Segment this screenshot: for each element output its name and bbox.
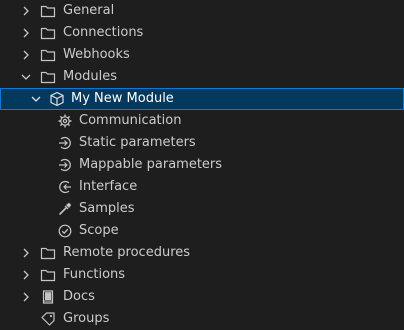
tree-item-label: Docs [63, 289, 95, 304]
tree-item-general[interactable]: General [0, 0, 404, 22]
tree-item-label: Functions [63, 267, 126, 282]
interface-icon [57, 179, 73, 195]
tree-item-label: Communication [79, 113, 182, 128]
tree-item-label: Scope [79, 223, 119, 238]
tree-item-label: Samples [79, 201, 135, 216]
tree-item-connections[interactable]: Connections [0, 22, 404, 44]
cube-icon [49, 91, 65, 107]
tree-item-functions[interactable]: Functions [0, 264, 404, 286]
tree-item-label: Modules [63, 69, 118, 84]
gear-icon [57, 113, 73, 129]
parameter-icon [57, 135, 73, 151]
tree-item-label: Remote procedures [63, 245, 191, 260]
tree-item-remote-procedures[interactable]: Remote procedures [0, 242, 404, 264]
tree-item-label: General [63, 3, 115, 18]
folder-icon [40, 245, 56, 261]
tree-item-label: Connections [63, 25, 144, 40]
folder-icon [40, 47, 56, 63]
chevron-right-icon[interactable] [20, 269, 32, 281]
tree-item-groups[interactable]: Groups [0, 308, 404, 330]
tag-icon [40, 311, 56, 327]
chevron-right-icon[interactable] [20, 291, 32, 303]
parameter-icon [57, 157, 73, 173]
folder-icon [40, 25, 56, 41]
tree-item-communication[interactable]: Communication [0, 110, 404, 132]
chevron-right-icon[interactable] [20, 49, 32, 61]
folder-icon [40, 267, 56, 283]
tree-item-interface[interactable]: Interface [0, 176, 404, 198]
check-circle-icon [57, 223, 73, 239]
chevron-down-icon[interactable] [20, 71, 32, 83]
chevron-right-icon[interactable] [20, 27, 32, 39]
chevron-right-icon[interactable] [20, 5, 32, 17]
folder-icon [40, 3, 56, 19]
tree-item-label: Webhooks [63, 47, 130, 62]
tree-item-scope[interactable]: Scope [0, 220, 404, 242]
tree-item-label: Interface [79, 179, 138, 194]
tree-item-label: Mappable parameters [79, 157, 223, 172]
tree-item-static-parameters[interactable]: Static parameters [0, 132, 404, 154]
tree-item-my-new-module[interactable]: My New Module [0, 88, 404, 110]
chevron-down-icon[interactable] [30, 93, 42, 105]
tree-item-mappable-parameters[interactable]: Mappable parameters [0, 154, 404, 176]
book-icon [40, 289, 56, 305]
tree-item-samples[interactable]: Samples [0, 198, 404, 220]
folder-icon [40, 69, 56, 85]
explorer-tree: General Connections Webhooks Modules My … [0, 0, 404, 330]
tree-item-webhooks[interactable]: Webhooks [0, 44, 404, 66]
chevron-right-icon[interactable] [20, 247, 32, 259]
pipette-icon [57, 201, 73, 217]
tree-item-modules[interactable]: Modules [0, 66, 404, 88]
tree-item-docs[interactable]: Docs [0, 286, 404, 308]
tree-item-label: Static parameters [79, 135, 196, 150]
tree-item-label: Groups [63, 311, 110, 326]
tree-item-label: My New Module [71, 91, 174, 106]
